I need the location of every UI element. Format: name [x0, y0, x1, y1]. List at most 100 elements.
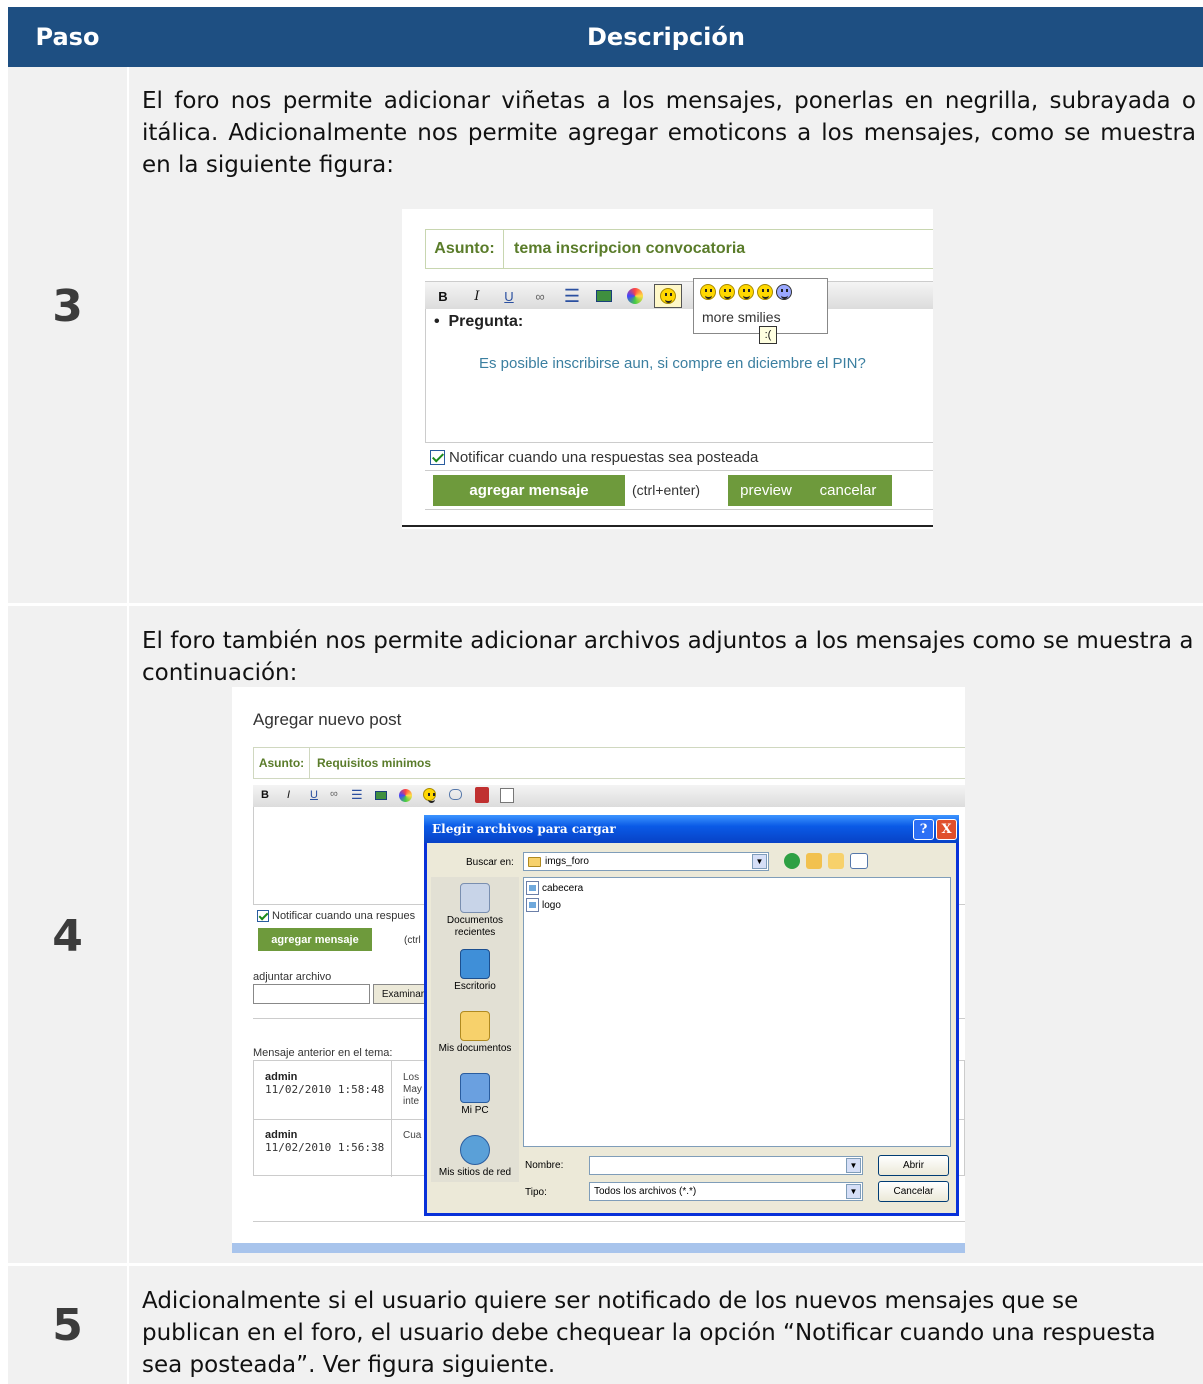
step-number-3: 3 — [52, 281, 83, 332]
my-documents-icon — [460, 1011, 490, 1041]
header-description: Descripción — [587, 23, 745, 51]
color-palette-icon[interactable] — [399, 789, 412, 802]
comment-icon[interactable] — [449, 789, 462, 800]
place-recent[interactable]: Documentos recientes — [431, 883, 519, 939]
editor-toolbar: B I U ∞ ☰ — [253, 785, 965, 807]
look-in-label: Buscar en: — [466, 857, 514, 868]
new-folder-icon[interactable] — [828, 853, 844, 869]
place-my-computer[interactable]: Mi PC — [431, 1073, 519, 1117]
cancel-button[interactable]: cancelar — [804, 475, 892, 506]
row-divider — [8, 603, 1203, 606]
file-type-value: Todos los archivos (*.*) — [594, 1186, 697, 1197]
smiley-confused-icon[interactable] — [776, 284, 792, 300]
smiley-sad-icon[interactable] — [738, 284, 754, 300]
youtube-icon[interactable] — [475, 787, 489, 803]
shortcut-hint: (ctrl — [404, 935, 421, 946]
step-number-4: 4 — [52, 911, 83, 962]
italic-button[interactable]: I — [467, 286, 487, 306]
smiley-happy-icon[interactable] — [719, 284, 735, 300]
bold-button[interactable]: B — [433, 286, 453, 306]
dialog-toolbar — [784, 853, 868, 869]
notify-label: Notificar cuando una respues — [272, 910, 416, 922]
column-divider — [127, 67, 129, 1384]
notify-option[interactable]: Notificar cuando una respuestas sea post… — [430, 449, 758, 466]
file-name-input[interactable]: ▼ — [589, 1156, 863, 1175]
desktop-icon — [460, 949, 490, 979]
underline-button[interactable]: U — [499, 286, 519, 306]
message-author: admin — [265, 1129, 298, 1141]
open-button[interactable]: Abrir — [878, 1155, 949, 1176]
add-message-button[interactable]: agregar mensaje — [433, 475, 625, 506]
smiley-cool-icon[interactable] — [757, 284, 773, 300]
subject-value: tema inscripcion convocatoria — [514, 240, 746, 257]
emoticon-button[interactable] — [654, 284, 682, 308]
bullet-list-icon[interactable]: ☰ — [351, 787, 363, 803]
bullet-text: Pregunta: — [448, 313, 524, 330]
figure-emoticons: Asunto: tema inscripcion convocatoria B … — [402, 209, 933, 529]
shortcut-hint: (ctrl+enter) — [632, 482, 701, 498]
up-folder-icon[interactable] — [806, 853, 822, 869]
file-list[interactable]: cabecera logo — [523, 877, 951, 1147]
image-file-icon — [526, 881, 539, 895]
file-open-dialog: Elegir archivos para cargar ? X Buscar e… — [424, 815, 959, 1216]
place-network[interactable]: Mis sitios de red — [431, 1135, 519, 1179]
preview-button[interactable]: preview — [728, 475, 804, 506]
network-icon — [460, 1135, 490, 1165]
dialog-title: Elegir archivos para cargar — [432, 822, 616, 836]
divider — [253, 1221, 965, 1222]
file-type-select[interactable]: Todos los archivos (*.*) ▼ — [589, 1182, 863, 1201]
folder-icon — [528, 856, 541, 867]
file-type-label: Tipo: — [525, 1187, 547, 1198]
recent-documents-icon — [460, 883, 490, 913]
chevron-down-icon[interactable]: ▼ — [846, 1158, 861, 1173]
view-menu-icon[interactable] — [850, 853, 868, 869]
smiley-icon[interactable] — [423, 788, 436, 803]
link-icon[interactable]: ∞ — [330, 788, 338, 800]
more-smilies-link[interactable]: more smilies — [702, 309, 781, 325]
underline-button[interactable]: U — [310, 789, 318, 801]
file-input[interactable] — [253, 984, 370, 1004]
chevron-down-icon[interactable]: ▼ — [846, 1184, 861, 1199]
bullet-list-icon[interactable]: ☰ — [562, 286, 582, 306]
figure-attachments: Agregar nuevo post Asunto: Requisitos mi… — [232, 687, 965, 1253]
cursor-tooltip: :( — [759, 326, 777, 344]
image-icon[interactable] — [594, 286, 614, 306]
place-my-documents[interactable]: Mis documentos — [431, 1011, 519, 1055]
subject-value: Requisitos minimos — [317, 756, 432, 770]
places-bar: Documentos recientes Escritorio Mis docu… — [431, 877, 519, 1182]
image-file-icon — [526, 898, 539, 912]
action-bar: agregar mensaje (ctrl+enter) preview can… — [425, 470, 933, 510]
italic-button[interactable]: I — [287, 789, 290, 801]
figure-bottom-rule — [402, 525, 933, 527]
question-text: Es posible inscribirse aun, si compre en… — [479, 355, 866, 372]
color-palette-icon[interactable] — [625, 286, 645, 306]
bullet-item: • Pregunta: — [434, 313, 524, 330]
notify-checkbox[interactable] — [430, 450, 445, 465]
step-3-text: El foro nos permite adicionar viñetas a … — [142, 88, 1196, 178]
back-icon[interactable] — [784, 853, 800, 869]
file-item[interactable]: cabecera — [526, 881, 583, 895]
look-in-value: imgs_foro — [545, 856, 589, 867]
row-divider — [8, 1263, 1203, 1266]
message-date: 11/02/2010 1:58:48 — [265, 1083, 385, 1096]
place-desktop[interactable]: Escritorio — [431, 949, 519, 993]
subject-label: Asunto: — [426, 230, 504, 268]
html-icon[interactable] — [500, 788, 514, 803]
editor-toolbar: B I U ∞ ☰ — [425, 281, 933, 309]
notify-checkbox[interactable] — [257, 910, 269, 922]
notify-label: Notificar cuando una respuestas sea post… — [449, 449, 759, 466]
notify-option[interactable]: Notificar cuando una respues — [257, 910, 415, 922]
help-button[interactable]: ? — [913, 819, 934, 840]
dialog-cancel-button[interactable]: Cancelar — [878, 1181, 949, 1202]
look-in-select[interactable]: imgs_foro ▼ — [523, 852, 769, 871]
smiley-grin-icon[interactable] — [700, 284, 716, 300]
my-computer-icon — [460, 1073, 490, 1103]
file-item[interactable]: logo — [526, 898, 561, 912]
image-icon[interactable] — [375, 791, 387, 800]
close-button[interactable]: X — [936, 819, 957, 840]
add-message-button[interactable]: agregar mensaje — [258, 928, 372, 951]
subject-field: Asunto: Requisitos minimos — [253, 747, 965, 779]
link-icon[interactable]: ∞ — [530, 286, 550, 306]
bold-button[interactable]: B — [261, 789, 269, 801]
chevron-down-icon[interactable]: ▼ — [752, 854, 767, 869]
